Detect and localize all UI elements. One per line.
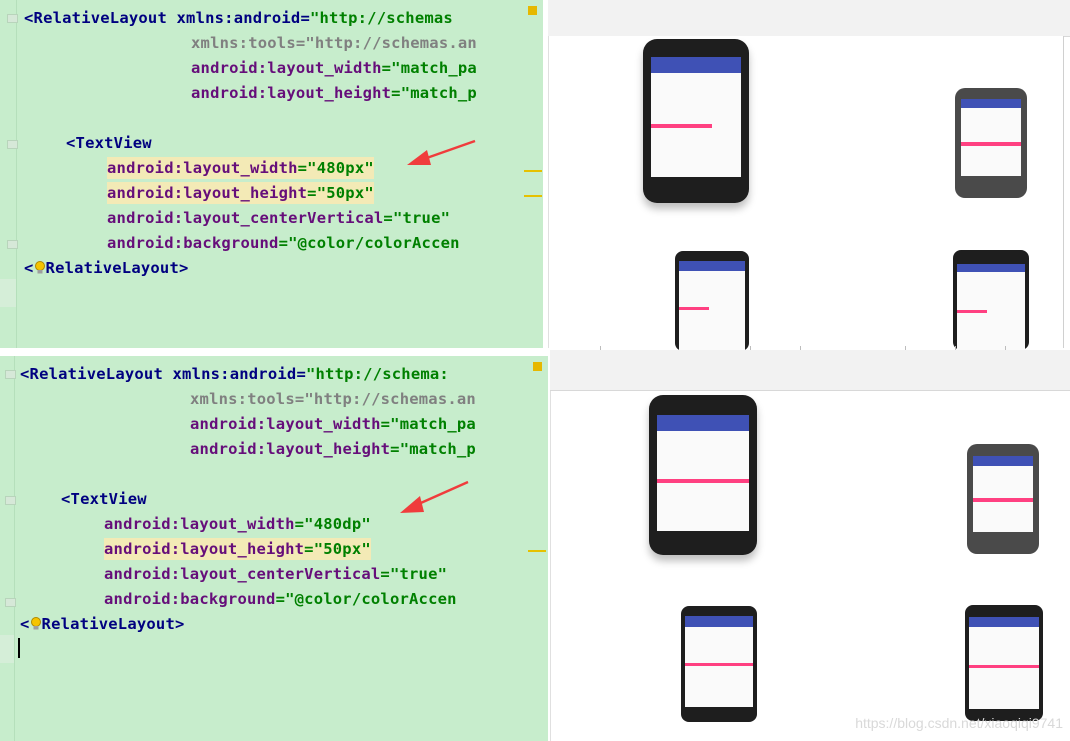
textview-bar [679, 307, 709, 310]
code-line: xmlns:tools="http://schemas.an [190, 390, 476, 408]
xml-value: ="50px" [304, 540, 371, 558]
xml-tag: <TextView [66, 134, 152, 152]
fold-marker-icon[interactable] [7, 140, 18, 149]
bottom-preview-toolbar [550, 350, 1070, 391]
app-bar [961, 99, 1021, 108]
red-arrow-icon [400, 480, 469, 513]
red-arrow-icon [407, 139, 476, 165]
editor-gutter [0, 356, 16, 741]
current-line-marker [0, 635, 14, 663]
code-line: xmlns:tools="http://schemas.an [191, 34, 477, 52]
fold-marker-icon[interactable] [7, 240, 18, 249]
fold-marker-icon[interactable] [5, 370, 16, 379]
phone-frame [965, 605, 1043, 721]
xml-tag-open: < [24, 259, 34, 277]
top-device-preview [548, 36, 1064, 351]
xml-tag: <TextView [61, 490, 147, 508]
textview-bar [973, 498, 1033, 502]
xml-value: ="@color/colorAccen [278, 234, 460, 252]
xml-attr: android:layout_centerVertical [107, 209, 384, 227]
xml-value: ="match_p [391, 84, 477, 102]
xml-tag-open: < [20, 615, 30, 633]
fold-marker-icon[interactable] [5, 598, 16, 607]
editor-gutter [0, 0, 18, 348]
phone-frame [953, 250, 1029, 350]
xml-attr: xmlns:android [166, 9, 301, 27]
xml-attr: android:layout_height [104, 540, 305, 558]
warning-marker-icon[interactable] [533, 362, 542, 371]
textview-bar [657, 479, 749, 483]
phone-frame [649, 395, 757, 555]
fold-marker-icon[interactable] [7, 14, 18, 23]
xml-attr: android:layout_width [104, 515, 295, 533]
xml-value: "http://schema: [305, 365, 449, 383]
phone-screen [969, 627, 1039, 709]
xml-attr: android:layout_centerVertical [104, 565, 381, 583]
xml-value: ="true" [383, 209, 451, 227]
textview-bar [961, 142, 1021, 146]
warning-stripe [524, 170, 542, 172]
app-bar [651, 57, 741, 73]
app-bar [657, 415, 749, 431]
xml-tag: RelativeLayout> [41, 615, 185, 633]
phone-screen [679, 271, 745, 351]
textview-bar [651, 124, 712, 128]
xml-tag: RelativeLayout> [45, 259, 189, 277]
app-bar [969, 617, 1039, 627]
xml-attr: xmlns:android [162, 365, 297, 383]
app-bar [685, 616, 753, 627]
xml-tag: <RelativeLayout [24, 9, 167, 27]
top-preview-toolbar [548, 0, 1070, 37]
lightbulb-icon[interactable] [30, 615, 42, 630]
lightbulb-icon[interactable] [34, 259, 46, 274]
xml-value: ="match_p [390, 440, 476, 458]
current-line-marker [0, 279, 16, 307]
bottom-code-editor[interactable]: <RelativeLayout xmlns:android="http://sc… [0, 356, 548, 741]
phone-frame [955, 88, 1027, 198]
phone-frame [675, 251, 749, 351]
xml-attr: android:layout_height [191, 84, 392, 102]
xml-value: ="480px" [297, 159, 374, 177]
xml-eq: = [300, 9, 310, 27]
xml-value: ="50px" [307, 184, 374, 202]
text-cursor [18, 638, 20, 658]
xml-value: ="@color/colorAccen [275, 590, 457, 608]
xml-value: "http://schemas [309, 9, 453, 27]
xml-value: ="match_pa [380, 415, 476, 433]
phone-frame [967, 444, 1039, 554]
xml-attr: android:layout_height [190, 440, 391, 458]
textview-bar [685, 663, 753, 666]
xml-attr: android:background [104, 590, 276, 608]
xml-value: ="480dp" [294, 515, 371, 533]
textview-bar [969, 665, 1039, 668]
watermark: https://blog.csdn.net/xiaoqiqi9741 [855, 715, 1063, 731]
bottom-device-preview: https://blog.csdn.net/xiaoqiqi9741 [550, 391, 1070, 741]
xml-attr: android:layout_width [107, 159, 298, 177]
xml-attr: android:layout_height [107, 184, 308, 202]
warning-stripe [524, 195, 542, 197]
xml-attr: android:background [107, 234, 279, 252]
app-bar [973, 456, 1033, 466]
app-bar [957, 264, 1025, 272]
top-code-editor[interactable]: <RelativeLayout xmlns:android="http://sc… [0, 0, 543, 348]
xml-value: ="match_pa [381, 59, 477, 77]
xml-attr: android:layout_width [191, 59, 382, 77]
xml-tag: <RelativeLayout [20, 365, 163, 383]
textview-bar [957, 310, 987, 313]
warning-stripe [528, 550, 546, 552]
phone-screen [685, 627, 753, 707]
xml-attr: android:layout_width [190, 415, 381, 433]
phone-frame [681, 606, 757, 722]
xml-value: ="true" [380, 565, 448, 583]
phone-frame [643, 39, 749, 203]
warning-marker-icon[interactable] [528, 6, 537, 15]
xml-eq: = [296, 365, 306, 383]
app-bar [679, 261, 745, 271]
fold-marker-icon[interactable] [5, 496, 16, 505]
